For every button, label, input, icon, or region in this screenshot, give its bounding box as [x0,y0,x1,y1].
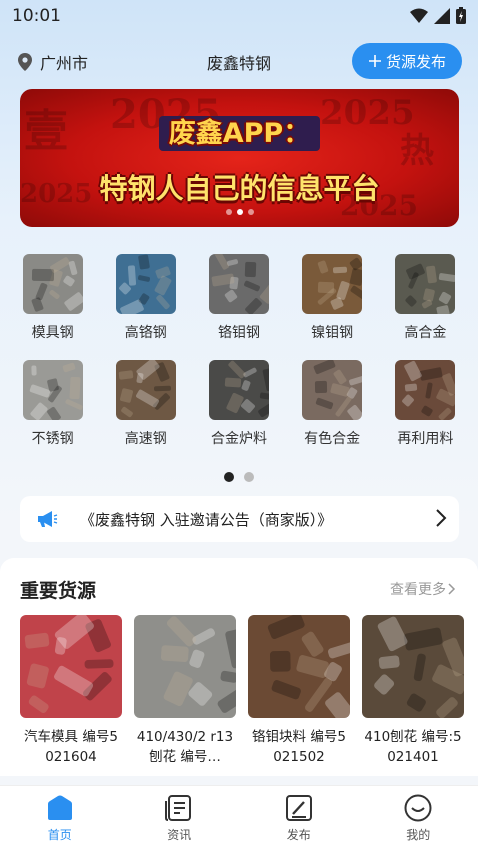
supply-photo [248,615,350,718]
category-thumbnail [208,254,269,314]
category-label: 模具钢 [31,325,74,341]
view-more-link[interactable]: 查看更多 [390,579,456,599]
supply-photo [20,615,122,718]
tab-profile[interactable]: 我的 [359,786,478,850]
supply-title: 410刨花 编号:5021401 [364,729,462,765]
category-item[interactable]: 高铬钢 [102,254,190,342]
plus-icon [368,55,381,67]
category-label: 高铬钢 [124,325,167,341]
tab-publish-label: 发布 [286,828,311,842]
pager-dot[interactable] [244,472,254,482]
important-supplies-section: 重要货源 查看更多 汽车模具 编号5021604 410/430/2 r13刨花 … [0,558,478,776]
supply-card[interactable]: 410刨花 编号:5021401 [362,615,464,767]
tab-publish[interactable]: 发布 [239,786,359,850]
category-item[interactable]: 有色合金 [288,360,376,448]
publish-supply-label: 货源发布 [385,52,446,71]
supply-title: 410/430/2 r13刨花 编号… [136,729,234,765]
category-label: 高速钢 [124,431,167,447]
category-thumbnail [395,254,456,314]
category-pager [0,472,478,482]
category-item[interactable]: 合金炉料 [195,360,283,448]
signal-icon [434,7,450,24]
category-item[interactable]: 铬钼钢 [195,254,283,342]
category-label: 高合金 [404,325,447,341]
supply-card[interactable]: 410/430/2 r13刨花 编号… [134,615,236,767]
bottom-tab-bar: 首页 资讯 发布 我的 [0,785,478,850]
category-row: 不锈钢 高速钢 合金炉料 有色合金 再利用料 [0,360,478,448]
chevron-right-icon [448,583,456,595]
section-title: 重要货源 [20,580,97,602]
category-label: 合金炉料 [210,431,267,447]
category-grid: 模具钢 高铬钢 铬钼钢 镍钼钢 高合金 不锈钢 高速钢 合金炉料 有色合金 再利用料 [0,254,478,466]
category-thumbnail [302,254,363,314]
status-time: 10:01 [12,6,61,26]
status-bar: 10:01 [0,0,478,34]
supply-card[interactable]: 铬钼块料 编号5021502 [248,615,350,767]
promo-banner[interactable]: 壹 2025 2025 2025 2025 热 废鑫APP： 特钢人自己的信息平… [20,89,459,227]
banner-dot [247,209,254,215]
category-thumbnail [22,360,83,420]
category-thumbnail [208,360,269,420]
category-thumbnail [22,254,83,314]
view-more-label: 查看更多 [390,582,446,598]
supply-photo [362,615,464,718]
chevron-right-icon [436,509,447,527]
banner-headline: 废鑫APP： [20,111,459,151]
category-label: 再利用料 [397,431,454,447]
tab-news-label: 资讯 [167,828,192,842]
banner-subheadline: 特钢人自己的信息平台 [99,172,380,205]
category-thumbnail [115,254,176,314]
home-icon [47,795,72,820]
wifi-icon [410,8,428,23]
category-item[interactable]: 再利用料 [381,360,469,448]
category-row: 模具钢 高铬钢 铬钼钢 镍钼钢 高合金 [0,254,478,342]
banner-dot-active [236,209,243,215]
profile-icon [404,794,432,822]
category-label: 镍钼钢 [311,325,354,341]
category-item[interactable]: 镍钼钢 [288,254,376,342]
banner-dot [225,209,232,215]
tab-news[interactable]: 资讯 [120,786,240,850]
banner-headline-text: 废鑫APP： [158,116,321,151]
category-thumbnail [395,360,456,420]
category-label: 铬钼钢 [217,325,260,341]
battery-icon [456,7,466,24]
top-header: 广州市 废鑫特钢 货源发布 [0,42,478,82]
category-thumbnail [302,360,363,420]
supply-title: 汽车模具 编号5021604 [24,729,118,765]
tab-profile-label: 我的 [406,828,431,842]
tab-home-label: 首页 [47,828,72,842]
supply-card[interactable]: 汽车模具 编号5021604 [20,615,122,767]
publish-icon [285,795,312,821]
category-item[interactable]: 高速钢 [102,360,190,448]
pager-dot-active[interactable] [224,472,234,482]
category-item[interactable]: 模具钢 [9,254,97,342]
category-label: 有色合金 [304,431,361,447]
category-item[interactable]: 不锈钢 [9,360,97,448]
announcement-text: 《废鑫特钢 入驻邀请公告（商家版）》 [80,511,333,529]
category-thumbnail [115,360,176,420]
supply-list: 汽车模具 编号5021604 410/430/2 r13刨花 编号… 铬钼块料 编号… [20,615,464,767]
category-item[interactable]: 高合金 [381,254,469,342]
tab-home[interactable]: 首页 [0,786,120,850]
supply-title: 铬钼块料 编号5021502 [252,729,346,765]
megaphone-icon [38,511,58,527]
category-label: 不锈钢 [31,431,74,447]
supply-photo [134,615,236,718]
publish-supply-button[interactable]: 货源发布 [352,43,462,79]
status-icons [410,7,466,24]
banner-indicator [20,209,459,215]
news-icon [165,795,192,821]
announcement-bar[interactable]: 《废鑫特钢 入驻邀请公告（商家版）》 [20,496,459,542]
